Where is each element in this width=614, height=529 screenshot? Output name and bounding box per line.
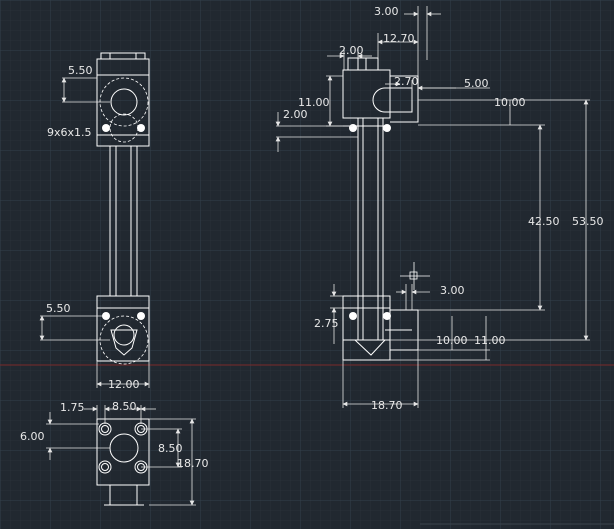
dim-2-00-top: 2.00 (339, 44, 364, 57)
cad-drawing-canvas[interactable]: 5.50 9x6x1.5 5.50 12.00 1.75 8.50 6.00 8… (0, 0, 614, 529)
grid-background (0, 0, 614, 529)
dim-18-70-base: 18.70 (371, 399, 403, 412)
dim-2-75: 2.75 (314, 317, 339, 330)
dim-53-50: 53.50 (572, 215, 604, 228)
thread-note: 9x6x1.5 (47, 126, 92, 139)
dim-5-50-top: 5.50 (68, 64, 93, 77)
dim-42-50: 42.50 (528, 215, 560, 228)
dim-2-00-left: 2.00 (283, 108, 308, 121)
dim-10-00-top: 10.00 (494, 96, 526, 109)
dim-8-50-y: 8.50 (158, 442, 183, 455)
dim-12-70: 12.70 (383, 32, 415, 45)
dim-18-70: 18.70 (177, 457, 209, 470)
dim-5-00: 5.00 (464, 77, 489, 90)
dim-11-00-bottom: 11.00 (474, 334, 506, 347)
dim-10-00-bottom: 10.00 (436, 334, 468, 347)
dim-5-50-bottom: 5.50 (46, 302, 71, 315)
dim-6-00: 6.00 (20, 430, 45, 443)
dim-1-75: 1.75 (60, 401, 85, 414)
dim-8-50-x: 8.50 (112, 400, 137, 413)
dim-3-00-bottom: 3.00 (440, 284, 465, 297)
dim-2-70: 2.70 (394, 75, 419, 88)
dim-3-00-top: 3.00 (374, 5, 399, 18)
dim-12-00: 12.00 (108, 378, 140, 391)
